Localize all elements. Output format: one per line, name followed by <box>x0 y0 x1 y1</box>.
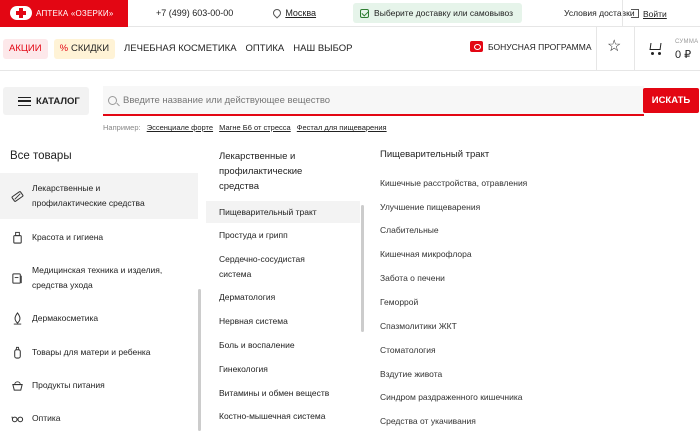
subcategory-item[interactable]: Дерматология <box>206 290 360 305</box>
bonus-program-link[interactable]: БОНУСНАЯ ПРОГРАММА <box>470 41 592 52</box>
search-icon <box>108 95 117 105</box>
nav-link-our-choice[interactable]: НАШ ВЫБОР <box>293 43 352 54</box>
category-item-mother-baby[interactable]: Товары для матери и ребенка <box>0 343 198 361</box>
category-label: Дермакосметика <box>32 312 99 323</box>
category-item-medical-equipment[interactable]: Медицинская техника и изделия, средства у… <box>0 262 198 294</box>
leaf-item[interactable]: Стоматология <box>380 345 436 355</box>
discount-label: СКИДКИ <box>71 43 110 54</box>
category-scrollbar[interactable] <box>198 289 201 431</box>
subcategory-item[interactable]: Сердечно-сосудистая система <box>206 252 360 282</box>
divider <box>634 27 635 71</box>
top-bar: АПТЕКА «ОЗЕРКИ» +7 (499) 603-00-00 Москв… <box>0 0 700 27</box>
phone-number[interactable]: +7 (499) 603-00-00 <box>156 8 233 18</box>
nav-link-cosmetics[interactable]: ЛЕЧЕБНАЯ КОСМЕТИКА <box>124 43 237 54</box>
divider <box>596 27 597 71</box>
food-icon <box>11 379 24 392</box>
leaf-item[interactable]: Слабительные <box>380 225 439 235</box>
subcategory-item[interactable]: Пищеварительный тракт <box>206 201 360 223</box>
bonus-label: БОНУСНАЯ ПРОГРАММА <box>488 41 592 52</box>
category-label: Красота и гигиена <box>32 231 104 242</box>
category-item-optics[interactable]: Оптика <box>0 409 198 427</box>
cart-sum-label: СУММА <box>675 39 699 45</box>
leaf-item[interactable]: Средства от укачивания <box>380 416 476 426</box>
leaf-item[interactable]: Кишечные расстройства, отравления <box>380 178 527 188</box>
subcategory-item[interactable]: Витамины и обмен веществ <box>206 386 360 401</box>
brand-logo[interactable]: АПТЕКА «ОЗЕРКИ» <box>0 0 128 27</box>
category-item-food[interactable]: Продукты питания <box>0 376 198 394</box>
leaf-list-title: Пищеварительный тракт <box>380 149 490 160</box>
login-label: Войти <box>643 8 667 19</box>
discount-link[interactable]: % СКИДКИ <box>53 38 116 59</box>
catalog-label: КАТАЛОГ <box>36 95 80 107</box>
search-button[interactable]: ИСКАТЬ <box>643 88 699 113</box>
example-link[interactable]: Фестал для пищеварения <box>297 123 387 132</box>
category-item-medicines[interactable]: Лекарственные и профилактические средства <box>0 173 198 219</box>
category-item-beauty[interactable]: Красота и гигиена <box>0 228 198 246</box>
login-button[interactable]: Войти <box>622 0 667 27</box>
leaf-item[interactable]: Забота о печени <box>380 273 445 283</box>
location-pin-icon <box>271 7 283 19</box>
leaf-item[interactable]: Вздутие живота <box>380 369 442 379</box>
cart-sum-value[interactable]: 0 ₽ <box>675 48 691 61</box>
subcategory-list-title: Лекарственные и профилактические средства <box>219 151 303 192</box>
category-label: Продукты питания <box>32 379 105 390</box>
example-link[interactable]: Магне Б6 от стресса <box>219 123 291 132</box>
search-examples: Например: Эссенциале форте Магне Б6 от с… <box>103 123 387 132</box>
main-nav: АКЦИИ % СКИДКИ ЛЕЧЕБНАЯ КОСМЕТИКА ОПТИКА… <box>0 27 700 71</box>
cosmetics-icon <box>11 231 24 244</box>
menu-icon <box>18 96 31 106</box>
category-item-dermacosmetics[interactable]: Дермакосметика <box>0 309 198 327</box>
cart-icon[interactable] <box>648 43 662 55</box>
login-icon <box>631 9 639 18</box>
leaf-item[interactable]: Спазмолитики ЖКТ <box>380 321 457 331</box>
checkbox-icon <box>360 8 370 18</box>
baby-bottle-icon <box>11 346 24 359</box>
gift-icon <box>470 41 483 52</box>
examples-label: Например: <box>103 123 141 132</box>
subcategory-scrollbar[interactable] <box>361 205 364 332</box>
subcategory-item[interactable]: Простуда и грипп <box>206 228 360 243</box>
nav-link-optics[interactable]: ОПТИКА <box>246 43 285 54</box>
catalog-button[interactable]: КАТАЛОГ <box>3 87 89 115</box>
leaf-item[interactable]: Синдром раздраженного кишечника <box>380 392 522 402</box>
pills-icon <box>11 190 24 203</box>
leaf-item[interactable]: Кишечная микрофлора <box>380 249 472 259</box>
glasses-icon <box>11 412 24 425</box>
subcategory-item[interactable]: Нервная система <box>206 314 360 329</box>
leaf-item[interactable]: Улучшение пищеварения <box>380 202 480 212</box>
subcategory-item[interactable]: Боль и воспаление <box>206 338 360 353</box>
category-label: Лекарственные и профилактические средства <box>32 183 145 208</box>
category-label: Товары для матери и ребенка <box>32 346 151 357</box>
subcategory-item[interactable]: Костно-мышечная система <box>206 409 360 424</box>
medical-equipment-icon <box>11 272 24 285</box>
city-name: Москва <box>285 8 317 18</box>
category-label: Оптика <box>32 412 61 423</box>
subcategory-item[interactable]: Гинекология <box>206 362 360 377</box>
delivery-label: Выберите доставку или самовывоз <box>374 8 514 18</box>
example-link[interactable]: Эссенциале форте <box>147 123 213 132</box>
delivery-selector[interactable]: Выберите доставку или самовывоз <box>353 3 523 23</box>
category-label: Медицинская техника и изделия, средства у… <box>32 265 163 290</box>
pharmacy-cross-icon <box>10 6 32 20</box>
percent-icon: % <box>59 43 69 54</box>
dermacosmetics-icon <box>11 311 24 325</box>
favorites-star-icon[interactable]: ☆ <box>607 39 621 55</box>
search-input[interactable] <box>123 94 623 106</box>
city-selector[interactable]: Москва <box>271 7 317 19</box>
category-list-title: Все товары <box>10 150 72 162</box>
leaf-item[interactable]: Геморрой <box>380 297 418 307</box>
search-bar <box>103 86 644 116</box>
sale-link[interactable]: АКЦИИ <box>3 38 48 59</box>
brand-name: АПТЕКА «ОЗЕРКИ» <box>36 8 114 18</box>
